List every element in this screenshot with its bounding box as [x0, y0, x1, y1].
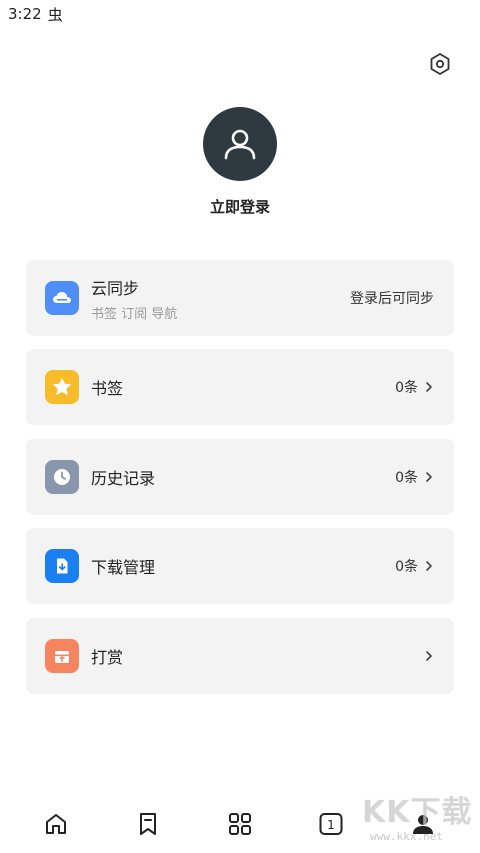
card-subtitle: 书签 订阅 导航 — [91, 306, 178, 322]
nav-grid-button[interactable] — [224, 808, 256, 840]
status-time: 3:22 — [8, 5, 42, 23]
card-title: 云同步 — [91, 278, 140, 298]
card-title: 下载管理 — [91, 558, 156, 577]
bookmark-icon — [140, 813, 156, 835]
gift-badge — [45, 639, 79, 673]
nav-bookmark-button[interactable] — [132, 808, 164, 840]
hexagon-settings-icon — [430, 53, 450, 75]
cloud-badge — [45, 281, 79, 315]
card-right-text: 0条 — [395, 470, 418, 486]
nav-profile-button[interactable] — [407, 808, 439, 840]
downloads-card[interactable]: 下载管理 0条 — [26, 528, 454, 604]
chevron-right-icon — [424, 381, 434, 393]
gift-icon — [55, 651, 69, 663]
card-title: 打赏 — [91, 648, 124, 667]
status-bar: 3:22 虫 — [0, 0, 480, 28]
clock-badge — [45, 460, 79, 494]
star-badge — [45, 370, 79, 404]
grid-icon — [229, 813, 251, 835]
chevron-right-icon — [424, 471, 434, 483]
settings-button[interactable] — [424, 48, 456, 80]
card-right-text: 登录后可同步 — [350, 291, 434, 307]
bug-icon: 虫 — [47, 5, 63, 24]
clock-icon — [54, 469, 70, 485]
history-card[interactable]: 历史记录 0条 — [26, 439, 454, 515]
star-icon — [53, 378, 71, 395]
nav-home-button[interactable] — [40, 808, 72, 840]
chevron-right-icon — [424, 560, 434, 572]
avatar[interactable] — [203, 107, 277, 181]
card-title: 历史记录 — [91, 469, 156, 488]
tab-count: 1 — [327, 818, 335, 832]
card-right-text: 0条 — [395, 380, 418, 396]
cloud-icon — [53, 292, 71, 303]
download-badge — [45, 549, 79, 583]
tabs-icon: 1 — [319, 813, 343, 835]
login-link[interactable]: 立即登录 — [0, 196, 480, 217]
home-icon — [46, 814, 66, 834]
card-title: 书签 — [91, 379, 124, 398]
profile-icon — [413, 815, 433, 834]
card-right-text: 0条 — [395, 559, 418, 575]
nav-tabs-button[interactable]: 1 — [315, 808, 347, 840]
reward-card[interactable]: 打赏 — [26, 618, 454, 694]
cloud-sync-card[interactable]: 云同步 书签 订阅 导航 登录后可同步 — [26, 260, 454, 336]
bottom-nav: 1 — [0, 800, 480, 848]
download-icon — [57, 558, 68, 574]
user-icon — [224, 129, 256, 160]
bookmarks-card[interactable]: 书签 0条 — [26, 349, 454, 425]
chevron-right-icon — [424, 650, 434, 662]
